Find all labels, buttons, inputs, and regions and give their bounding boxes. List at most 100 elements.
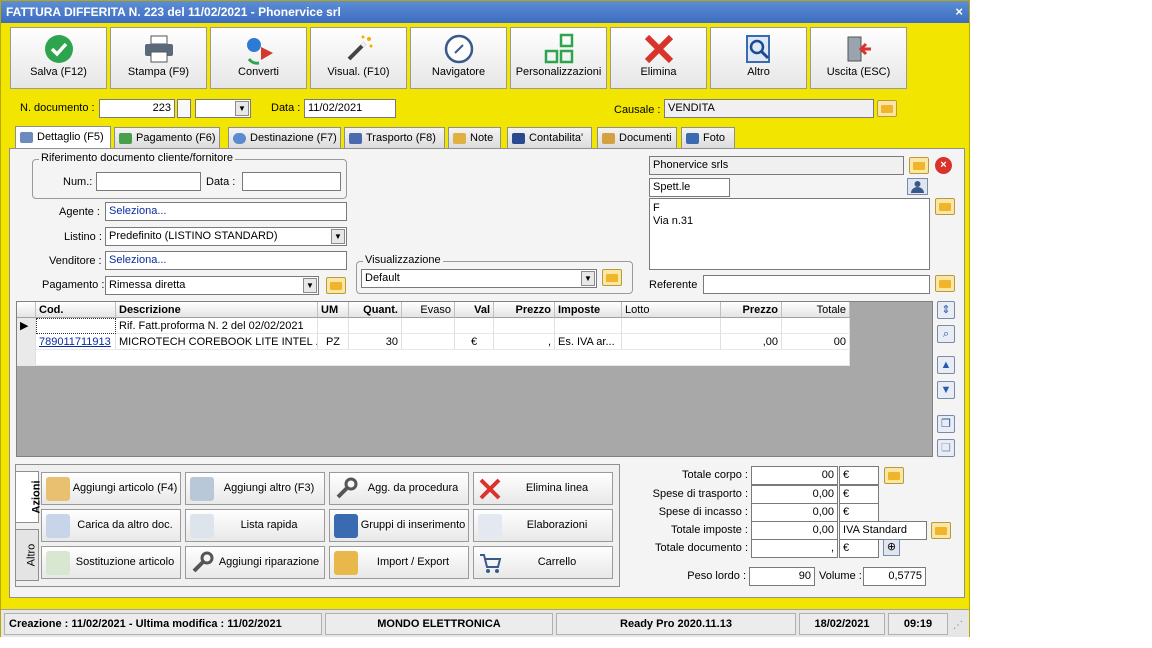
col-um[interactable]: UM	[318, 302, 349, 318]
move-down-icon[interactable]: ▼	[937, 381, 955, 399]
col-cod[interactable]: Cod.	[36, 302, 116, 318]
col-prezzo[interactable]: Prezzo	[494, 302, 555, 318]
remove-client-icon[interactable]: ×	[935, 157, 952, 174]
referente-folder-icon[interactable]	[935, 275, 955, 292]
copy-row-icon[interactable]: ❐	[937, 415, 955, 433]
causale-input[interactable]: VENDITA	[664, 99, 874, 118]
tab-altro-vertical[interactable]: Altro	[15, 529, 39, 581]
processing-button[interactable]: Elaborazioni	[473, 509, 613, 542]
add-repair-button[interactable]: Aggiungi riparazione	[185, 546, 325, 579]
table-row-2-evaso[interactable]	[402, 334, 455, 350]
tab-azioni-vertical[interactable]: Azioni	[15, 471, 43, 523]
table-row-2-um[interactable]: PZ	[318, 334, 349, 350]
table-row-1-prezzo2[interactable]	[721, 318, 782, 334]
zoom-total-icon[interactable]: ⊕	[883, 539, 900, 556]
table-row-2-val[interactable]: €	[455, 334, 494, 350]
table-row-1-descr[interactable]: Rif. Fatt.proforma N. 2 del 02/02/2021	[116, 318, 318, 334]
table-row-2-descr[interactable]: MICROTECH COREBOOK LITE INTEL ...	[116, 334, 318, 350]
close-window-button[interactable]: ×	[955, 1, 963, 23]
other-button[interactable]: Altro	[710, 27, 807, 89]
client-folder-icon[interactable]	[909, 157, 929, 174]
table-row-1-prezzo[interactable]	[494, 318, 555, 334]
quick-list-button[interactable]: Lista rapida	[185, 509, 325, 542]
print-button[interactable]: Stampa (F9)	[110, 27, 207, 89]
col-totale[interactable]: Totale	[782, 302, 850, 318]
table-row-new[interactable]	[36, 350, 850, 366]
table-row-1-val[interactable]	[455, 318, 494, 334]
agente-input[interactable]: Seleziona...	[105, 202, 347, 221]
pagamento-select[interactable]: Rimessa diretta ▼	[105, 276, 319, 295]
num-input[interactable]	[96, 172, 201, 191]
tab-note[interactable]: Note	[448, 127, 501, 148]
col-lotto[interactable]: Lotto	[622, 302, 721, 318]
collection-value[interactable]: 0,00	[751, 503, 838, 522]
volume-value[interactable]: 0,5775	[863, 567, 926, 586]
table-row-1-cod[interactable]	[36, 318, 116, 334]
ndoc-input[interactable]: 223	[99, 99, 175, 118]
totals-folder-icon[interactable]	[884, 467, 904, 484]
table-row-2-lotto[interactable]	[622, 334, 721, 350]
tab-trasporto[interactable]: Trasporto (F8)	[344, 127, 445, 148]
tab-documenti[interactable]: Documenti	[597, 127, 677, 148]
convert-button[interactable]: Converti	[210, 27, 307, 89]
tax-folder-icon[interactable]	[931, 522, 951, 539]
col-imposte[interactable]: Imposte	[555, 302, 622, 318]
col-val[interactable]: Val	[455, 302, 494, 318]
gross-weight-value[interactable]: 90	[749, 567, 815, 586]
table-row-2-prezzo[interactable]: ,	[494, 334, 555, 350]
ndoc-suffix-toggle[interactable]	[177, 99, 191, 118]
venditore-input[interactable]: Seleziona...	[105, 251, 347, 270]
add-from-procedure-button[interactable]: Agg. da procedura	[329, 472, 469, 505]
navigator-button[interactable]: Navigatore	[410, 27, 507, 89]
table-row-2-cod-link[interactable]: 789011711913	[36, 334, 116, 350]
table-row-2-imposte[interactable]: Es. IVA ar...	[555, 334, 622, 350]
insert-groups-button[interactable]: Gruppi di inserimento	[329, 509, 469, 542]
add-other-button[interactable]: Aggiungi altro (F3)	[185, 472, 325, 505]
import-export-button[interactable]: Import / Export	[329, 546, 469, 579]
col-prezzo-2[interactable]: Prezzo	[721, 302, 782, 318]
save-button[interactable]: Salva (F12)	[10, 27, 107, 89]
tab-pagamento[interactable]: Pagamento (F6)	[114, 127, 220, 148]
table-row-2-prezzo2[interactable]: ,00	[721, 334, 782, 350]
address-folder-icon[interactable]	[935, 198, 955, 215]
table-row-1-quant[interactable]	[349, 318, 402, 334]
series-select[interactable]: ▼	[195, 99, 251, 118]
col-descrizione[interactable]: Descrizione	[116, 302, 318, 318]
resize-grip-icon[interactable]: ⋰	[953, 620, 963, 631]
table-row-1-totale[interactable]	[782, 318, 850, 334]
delete-button[interactable]: Elimina	[610, 27, 707, 89]
search-icon[interactable]: ⌕	[937, 325, 955, 343]
move-up-icon[interactable]: ▲	[937, 356, 955, 374]
replace-article-button[interactable]: Sostituzione articolo	[41, 546, 181, 579]
referente-input[interactable]	[703, 275, 930, 294]
pagamento-folder-icon[interactable]	[326, 277, 346, 294]
visual-folder-icon[interactable]	[602, 269, 622, 286]
causale-folder-icon[interactable]	[877, 100, 897, 117]
cart-button[interactable]: Carrello	[473, 546, 613, 579]
shipping-value[interactable]: 0,00	[751, 485, 838, 504]
date-input[interactable]: 11/02/2021	[304, 99, 396, 118]
paste-row-icon[interactable]: ❏	[937, 439, 955, 457]
add-article-button[interactable]: Aggiungi articolo (F4)	[41, 472, 181, 505]
load-from-doc-button[interactable]: Carica da altro doc.	[41, 509, 181, 542]
table-row-1-evaso[interactable]	[402, 318, 455, 334]
exit-button[interactable]: Uscita (ESC)	[810, 27, 907, 89]
delete-line-button[interactable]: Elimina linea	[473, 472, 613, 505]
address-textarea[interactable]: F Via n.31	[649, 198, 930, 270]
table-row-1-um[interactable]	[318, 318, 349, 334]
tab-destinazione[interactable]: Destinazione (F7)	[228, 127, 341, 148]
col-evaso[interactable]: Evaso	[402, 302, 455, 318]
salutation-input[interactable]: Spett.le	[649, 178, 730, 197]
rif-date-input[interactable]	[242, 172, 341, 191]
listino-select[interactable]: Predefinito (LISTINO STANDARD) ▼	[105, 227, 347, 246]
tab-foto[interactable]: Foto	[681, 127, 735, 148]
contact-card-icon[interactable]	[907, 178, 928, 195]
table-row-1-imposte[interactable]	[555, 318, 622, 334]
view-button[interactable]: Visual. (F10)	[310, 27, 407, 89]
tab-contabilita[interactable]: Contabilita'	[507, 127, 592, 148]
client-name-input[interactable]: Phonervice srls	[649, 156, 904, 175]
customize-button[interactable]: Personalizzazioni	[510, 27, 607, 89]
table-row-2-totale[interactable]: 00	[782, 334, 850, 350]
tab-dettaglio[interactable]: Dettaglio (F5)	[15, 126, 111, 148]
table-row-1-lotto[interactable]	[622, 318, 721, 334]
